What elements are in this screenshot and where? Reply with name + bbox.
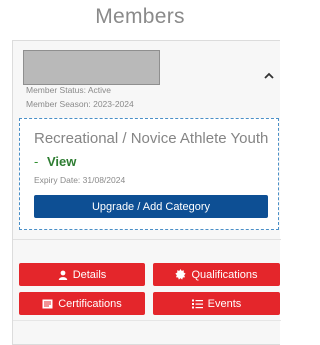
- collapse-button[interactable]: [262, 69, 276, 81]
- chevron-up-icon: [264, 72, 274, 79]
- events-label: Events: [207, 297, 242, 310]
- user-icon: [58, 270, 67, 280]
- view-dash: -: [34, 154, 39, 169]
- page-title: Members: [95, 5, 185, 28]
- bottom-divider: [13, 320, 281, 321]
- badge-icon: [175, 269, 187, 280]
- list-icon: [191, 299, 203, 308]
- category-name: Recreational / Novice Athlete Youth: [34, 130, 269, 147]
- view-link[interactable]: View: [47, 154, 76, 169]
- member-season: Member Season: 2023-2024: [26, 99, 134, 109]
- qualifications-button[interactable]: Qualifications: [153, 263, 280, 286]
- member-card: Member Status: Active Member Season: 202…: [12, 40, 281, 345]
- category-panel: Recreational / Novice Athlete Youth - Vi…: [19, 118, 279, 230]
- member-name-redacted: [23, 50, 160, 85]
- certificate-icon: [42, 299, 53, 308]
- member-status: Member Status: Active: [26, 85, 112, 95]
- details-label: Details: [72, 268, 107, 281]
- expiry-date: Expiry Date: 31/08/2024: [34, 175, 126, 185]
- qualifications-label: Qualifications: [191, 268, 258, 281]
- events-button[interactable]: Events: [153, 292, 280, 315]
- view-row: - View: [34, 154, 76, 169]
- details-button[interactable]: Details: [19, 263, 145, 286]
- upgrade-add-category-button[interactable]: Upgrade / Add Category: [34, 195, 268, 218]
- section-divider: [13, 239, 281, 240]
- certifications-label: Certifications: [58, 297, 122, 310]
- certifications-button[interactable]: Certifications: [19, 292, 145, 315]
